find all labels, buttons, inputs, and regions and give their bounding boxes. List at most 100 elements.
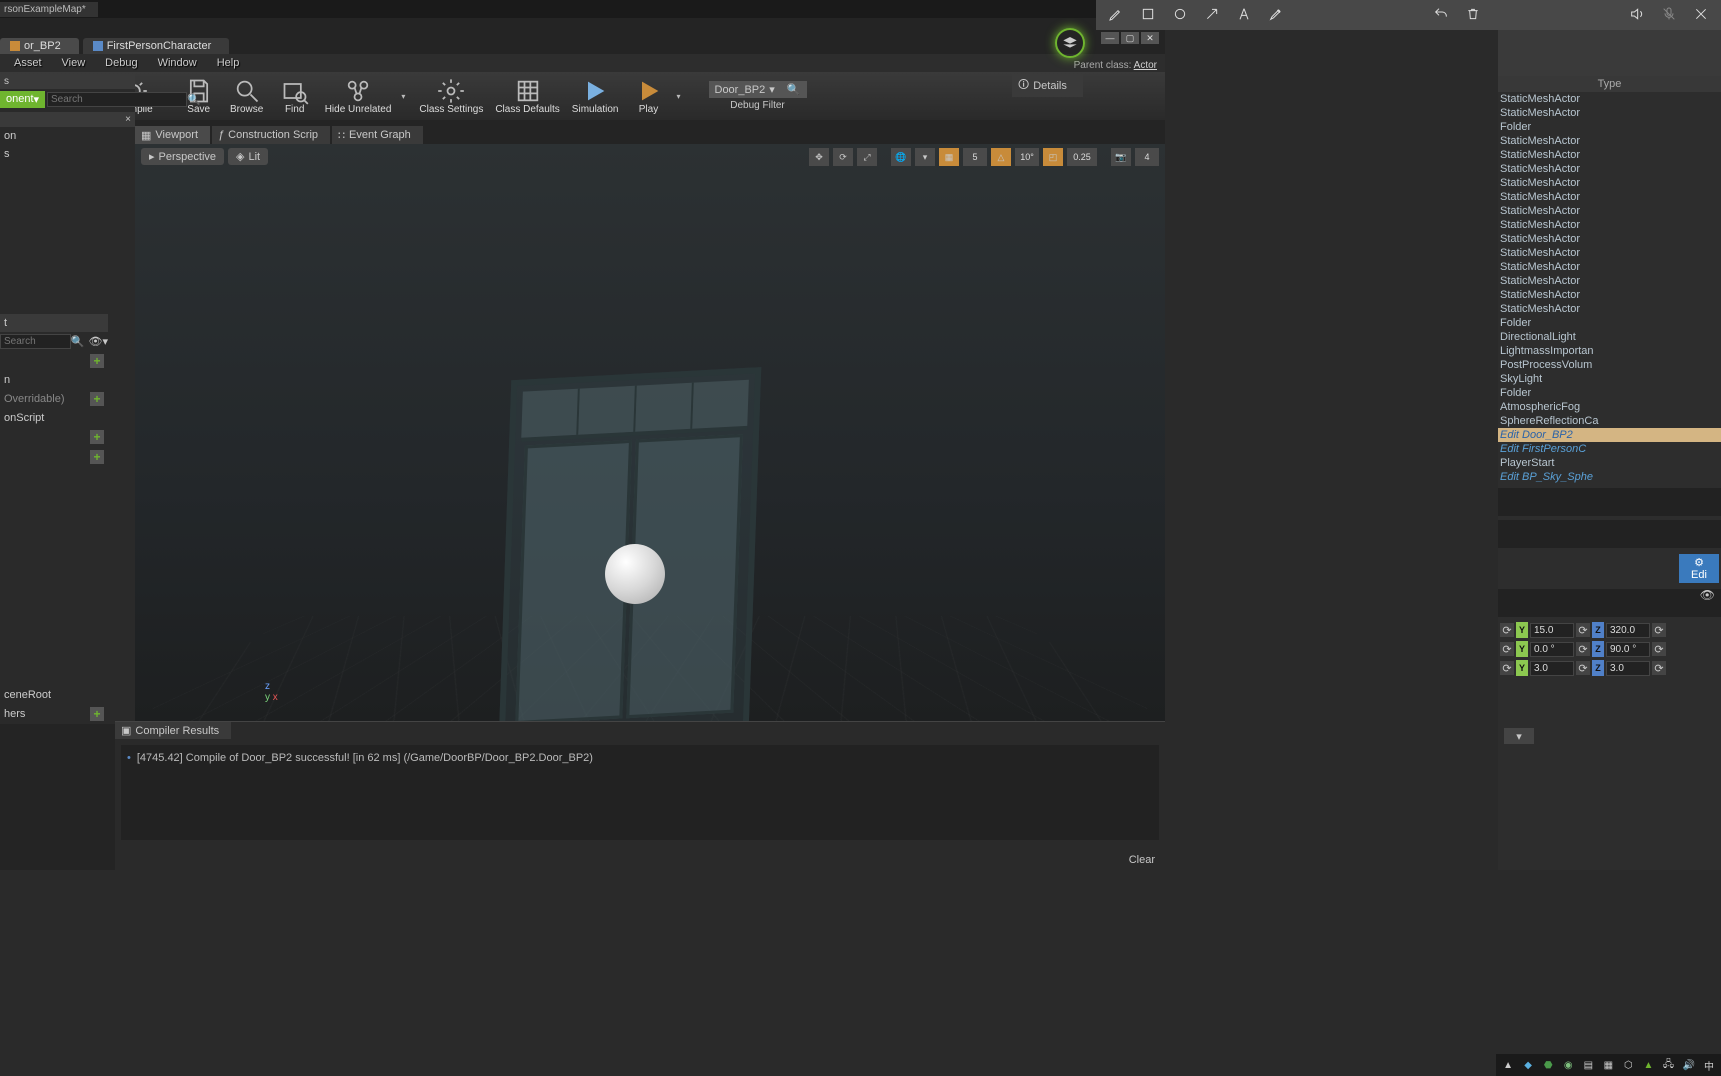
surface-snap-button[interactable]: ▾ xyxy=(915,148,935,166)
play-button[interactable]: Play xyxy=(625,75,673,117)
outliner-item[interactable]: SphereReflectionCa xyxy=(1498,414,1721,428)
outliner-item[interactable]: StaticMeshActor xyxy=(1498,134,1721,148)
add-function-button[interactable]: + xyxy=(90,392,104,406)
grid-snap-toggle[interactable]: ▦ xyxy=(939,148,959,166)
outliner-item[interactable]: SkyLight xyxy=(1498,372,1721,386)
location-y-input[interactable] xyxy=(1530,623,1574,638)
camera-speed-value[interactable]: 4 xyxy=(1135,148,1159,166)
transform-scale-button[interactable]: ⤢ xyxy=(857,148,877,166)
tray-icon[interactable]: ◉ xyxy=(1562,1058,1574,1072)
details-panel-tab[interactable]: 🛈Details xyxy=(1012,74,1083,97)
tab-viewport[interactable]: ▦Viewport xyxy=(135,126,210,144)
macros-header[interactable]: + xyxy=(0,427,108,447)
viewmode-dropdown[interactable]: ◈Lit xyxy=(228,148,268,165)
circle-icon[interactable] xyxy=(1172,6,1188,25)
compiler-results-tab[interactable]: ▣Compiler Results xyxy=(115,722,231,739)
spinner-icon[interactable]: ⟳ xyxy=(1500,623,1514,637)
tab-construction-script[interactable]: ƒConstruction Scrip xyxy=(212,126,330,144)
parent-class-link[interactable]: Actor xyxy=(1134,60,1157,71)
list-item[interactable]: ceneRoot xyxy=(0,686,108,704)
angle-snap-value[interactable]: 10° xyxy=(1015,148,1039,166)
transform-move-button[interactable]: ✥ xyxy=(809,148,829,166)
outliner-item[interactable]: StaticMeshActor xyxy=(1498,302,1721,316)
eye-icon[interactable]: 👁▾ xyxy=(89,335,109,348)
outliner-item[interactable]: StaticMeshActor xyxy=(1498,190,1721,204)
close-button[interactable]: ✕ xyxy=(1141,32,1159,44)
tray-icon[interactable]: ▦ xyxy=(1602,1058,1614,1072)
scale-y-input[interactable] xyxy=(1530,661,1574,676)
outliner-item[interactable]: StaticMeshActor xyxy=(1498,260,1721,274)
debug-filter-dropdown[interactable]: Door_BP2▾🔍 xyxy=(709,81,807,98)
outliner-item[interactable]: StaticMeshActor xyxy=(1498,288,1721,302)
minimize-button[interactable]: — xyxy=(1101,32,1119,44)
camera-speed-button[interactable]: 📷 xyxy=(1111,148,1131,166)
find-button[interactable]: Find xyxy=(271,75,319,117)
menu-asset[interactable]: Asset xyxy=(4,55,52,71)
outliner-item[interactable]: StaticMeshActor xyxy=(1498,176,1721,190)
hide-unrelated-button[interactable]: Hide Unrelated xyxy=(319,75,398,117)
graphs-header[interactable]: + xyxy=(0,351,108,371)
clear-button[interactable]: Clear xyxy=(1129,854,1155,866)
outliner-item[interactable]: StaticMeshActor xyxy=(1498,106,1721,120)
outliner-item[interactable]: DirectionalLight xyxy=(1498,330,1721,344)
outliner-item[interactable]: Edit Door_BP2 xyxy=(1498,428,1721,442)
play-dropdown[interactable] xyxy=(673,92,685,101)
search-icon[interactable]: 🔍 xyxy=(787,83,801,96)
tray-volume-icon[interactable]: 🔊 xyxy=(1683,1058,1695,1072)
arrow-icon[interactable] xyxy=(1204,6,1220,25)
component-search-input[interactable] xyxy=(47,92,187,107)
search-icon[interactable]: 🔍 xyxy=(187,93,201,106)
menu-window[interactable]: Window xyxy=(148,55,207,71)
perspective-dropdown[interactable]: ▸Perspective xyxy=(141,148,224,165)
text-icon[interactable] xyxy=(1236,6,1252,25)
variables-header[interactable]: + xyxy=(0,447,108,467)
tutorial-beacon-icon[interactable] xyxy=(1055,28,1085,58)
functions-header[interactable]: Overridable)+ xyxy=(0,389,108,409)
dropdown-caret[interactable]: ▾ xyxy=(1504,728,1534,744)
browse-button[interactable]: Browse xyxy=(223,75,271,117)
viewport-3d[interactable]: z y x xyxy=(135,144,1165,721)
outliner-item[interactable]: Folder xyxy=(1498,316,1721,330)
add-dispatcher-button[interactable]: + xyxy=(90,707,104,721)
outliner-item[interactable]: StaticMeshActor xyxy=(1498,246,1721,260)
outliner-item[interactable]: Folder xyxy=(1498,120,1721,134)
panel-row[interactable]: on xyxy=(0,127,135,145)
close-icon[interactable] xyxy=(1693,6,1709,25)
hide-dropdown[interactable] xyxy=(397,92,409,101)
menu-debug[interactable]: Debug xyxy=(95,55,147,71)
outliner-item[interactable]: StaticMeshActor xyxy=(1498,274,1721,288)
outliner-item[interactable]: Folder xyxy=(1498,386,1721,400)
outliner-item[interactable]: StaticMeshActor xyxy=(1498,148,1721,162)
tray-icon[interactable]: ▲ xyxy=(1642,1058,1654,1072)
tray-ime-icon[interactable]: 中 xyxy=(1703,1058,1715,1072)
scale-snap-toggle[interactable]: ◰ xyxy=(1043,148,1063,166)
tray-icon[interactable]: ⬣ xyxy=(1542,1058,1554,1072)
maximize-button[interactable]: ▢ xyxy=(1121,32,1139,44)
class-settings-button[interactable]: Class Settings xyxy=(413,75,489,117)
tray-icon[interactable]: ▲ xyxy=(1502,1058,1514,1072)
outliner-item[interactable]: StaticMeshActor xyxy=(1498,232,1721,246)
menu-view[interactable]: View xyxy=(52,55,96,71)
class-defaults-button[interactable]: Class Defaults xyxy=(489,75,565,117)
tray-icon[interactable]: ▤ xyxy=(1582,1058,1594,1072)
grid-snap-value[interactable]: 5 xyxy=(963,148,987,166)
tab-firstpersoncharacter[interactable]: FirstPersonCharacter xyxy=(83,38,230,54)
dispatchers-header[interactable]: hers+ xyxy=(0,704,108,724)
outliner-item[interactable]: StaticMeshActor xyxy=(1498,92,1721,106)
rotation-z-input[interactable] xyxy=(1606,642,1650,657)
menu-help[interactable]: Help xyxy=(207,55,250,71)
pencil-icon[interactable] xyxy=(1108,6,1124,25)
list-item[interactable]: n xyxy=(0,371,108,389)
search-icon[interactable]: 🔍 xyxy=(71,335,85,348)
tab-event-graph[interactable]: ∷Event Graph xyxy=(332,126,423,144)
add-graph-button[interactable]: + xyxy=(90,354,104,368)
edit-blueprint-button[interactable]: ⚙ Edi xyxy=(1679,554,1719,583)
outliner-item[interactable]: StaticMeshActor xyxy=(1498,162,1721,176)
tab-door-bp[interactable]: or_BP2 xyxy=(0,38,79,54)
mybp-search-input[interactable] xyxy=(0,334,71,349)
outliner-item[interactable]: StaticMeshActor xyxy=(1498,204,1721,218)
outliner-item[interactable]: AtmosphericFog xyxy=(1498,400,1721,414)
add-variable-button[interactable]: + xyxy=(90,450,104,464)
undo-icon[interactable] xyxy=(1433,6,1449,25)
scale-z-input[interactable] xyxy=(1606,661,1650,676)
